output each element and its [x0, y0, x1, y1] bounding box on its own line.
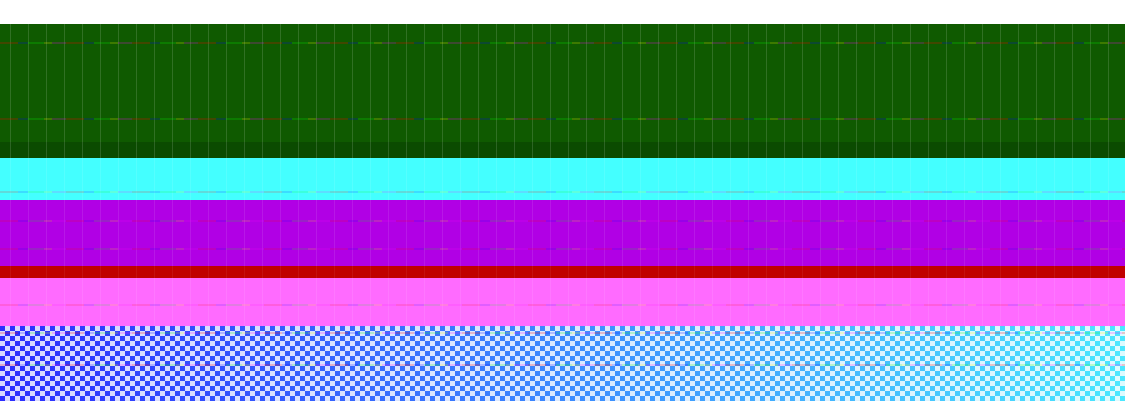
checker-pattern: [0, 326, 1125, 401]
red-noise: [0, 266, 1125, 278]
magenta-band: [0, 200, 1125, 266]
green-noise: [0, 24, 1125, 142]
dark-green-noise: [0, 142, 1125, 158]
cyan-band: [0, 158, 1125, 200]
cyan-glitch-row: [0, 191, 1125, 193]
top-white-bar: [0, 0, 1125, 24]
pink-noise: [0, 278, 1125, 326]
dark-green-band: [0, 142, 1125, 158]
green-glitch-row-1: [0, 42, 1125, 44]
red-band: [0, 266, 1125, 278]
checker-glitch-row-1: [0, 332, 1125, 334]
green-glitch-row-2: [0, 118, 1125, 120]
magenta-noise: [0, 200, 1125, 266]
magenta-glitch-row-2: [0, 248, 1125, 250]
cyan-noise: [0, 158, 1125, 200]
pink-glitch-row: [0, 304, 1125, 306]
pink-band: [0, 278, 1125, 326]
magenta-glitch-row-1: [0, 220, 1125, 222]
checker-glitch-row-2: [0, 364, 1125, 366]
checker-band: [0, 326, 1125, 401]
green-band: [0, 24, 1125, 142]
